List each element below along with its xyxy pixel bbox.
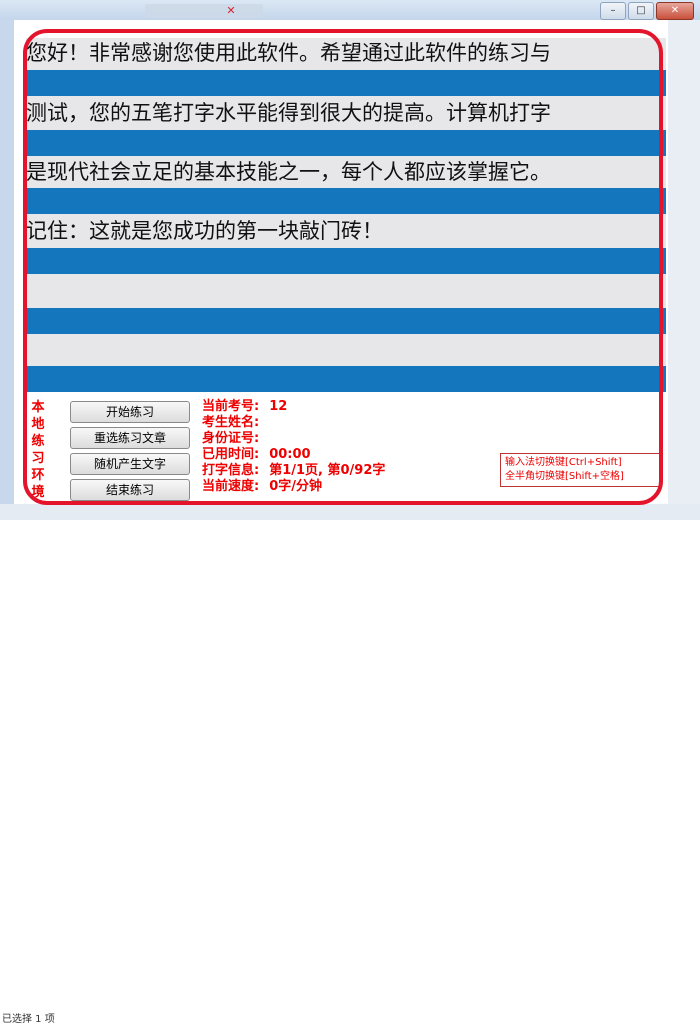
window-tab[interactable]	[145, 4, 263, 18]
width-switch-hint: 全半角切换键[Shift+空格]	[505, 471, 624, 482]
input-row[interactable]	[26, 248, 666, 274]
typing-info-label: 打字信息:	[202, 463, 260, 478]
input-row[interactable]	[26, 308, 666, 334]
id-number-row: 身份证号:	[202, 431, 259, 446]
minimize-button[interactable]: –	[600, 2, 626, 20]
shortcut-hint-box: 输入法切换键[Ctrl+Shift] 全半角切换键[Shift+空格]	[500, 453, 660, 487]
start-practice-button[interactable]: 开始练习	[70, 401, 190, 423]
text-row-background	[26, 274, 666, 308]
input-row[interactable]	[26, 70, 666, 96]
practice-text-line: 您好！非常感谢您使用此软件。希望通过此软件的练习与	[26, 41, 551, 65]
exam-number-row: 当前考号: 12	[202, 399, 287, 414]
random-text-button[interactable]: 随机产生文字	[70, 453, 190, 475]
practice-text-line: 测试，您的五笔打字水平能得到很大的提高。计算机打字	[26, 101, 551, 125]
window-controls: – □ ✕	[600, 2, 694, 20]
end-practice-button[interactable]: 结束练习	[70, 479, 190, 501]
typing-practice-app: 您好！非常感谢您使用此软件。希望通过此软件的练习与 测试，您的五笔打字水平能得到…	[14, 20, 668, 504]
close-button[interactable]: ✕	[656, 2, 694, 20]
elapsed-time-row: 已用时间: 00:00	[202, 447, 311, 462]
input-row[interactable]	[26, 188, 666, 214]
input-row[interactable]	[26, 130, 666, 156]
window-frame-right	[668, 20, 700, 520]
app-icon: ✕	[226, 4, 236, 17]
control-panel: 本 地 练 习 环 境 开始练习 重选练习文章 随机产生文字 结束练习 当前考号…	[26, 395, 666, 504]
elapsed-time-label: 已用时间:	[202, 447, 260, 462]
typing-info-value: 第1/1页, 第0/92字	[269, 463, 386, 478]
ime-switch-hint: 输入法切换键[Ctrl+Shift]	[505, 457, 622, 468]
speed-value: 0字/分钟	[269, 479, 322, 494]
candidate-name-row: 考生姓名:	[202, 415, 259, 430]
window-frame-left	[0, 20, 14, 520]
candidate-name-label: 考生姓名:	[202, 415, 260, 430]
exam-number-label: 当前考号:	[202, 399, 260, 414]
title-bar: ✕ – □ ✕	[0, 0, 700, 20]
practice-text-line: 记住：这就是您成功的第一块敲门砖！	[26, 219, 383, 243]
speed-label: 当前速度:	[202, 479, 260, 494]
practice-text-line: 是现代社会立足的基本技能之一，每个人都应该掌握它。	[26, 160, 551, 184]
text-row-background	[26, 334, 666, 366]
exam-number-value: 12	[269, 399, 288, 414]
speed-row: 当前速度: 0字/分钟	[202, 479, 322, 494]
mode-label: 本 地 练 习 环 境	[31, 400, 45, 500]
status-bar: 已选择 1 项	[0, 504, 700, 1025]
status-text: 已选择 1 项	[2, 1014, 55, 1025]
maximize-button[interactable]: □	[628, 2, 654, 20]
elapsed-time-value: 00:00	[269, 447, 311, 462]
typing-info-row: 打字信息: 第1/1页, 第0/92字	[202, 463, 385, 478]
input-row[interactable]	[26, 366, 666, 392]
id-number-label: 身份证号:	[202, 431, 260, 446]
reselect-article-button[interactable]: 重选练习文章	[70, 427, 190, 449]
